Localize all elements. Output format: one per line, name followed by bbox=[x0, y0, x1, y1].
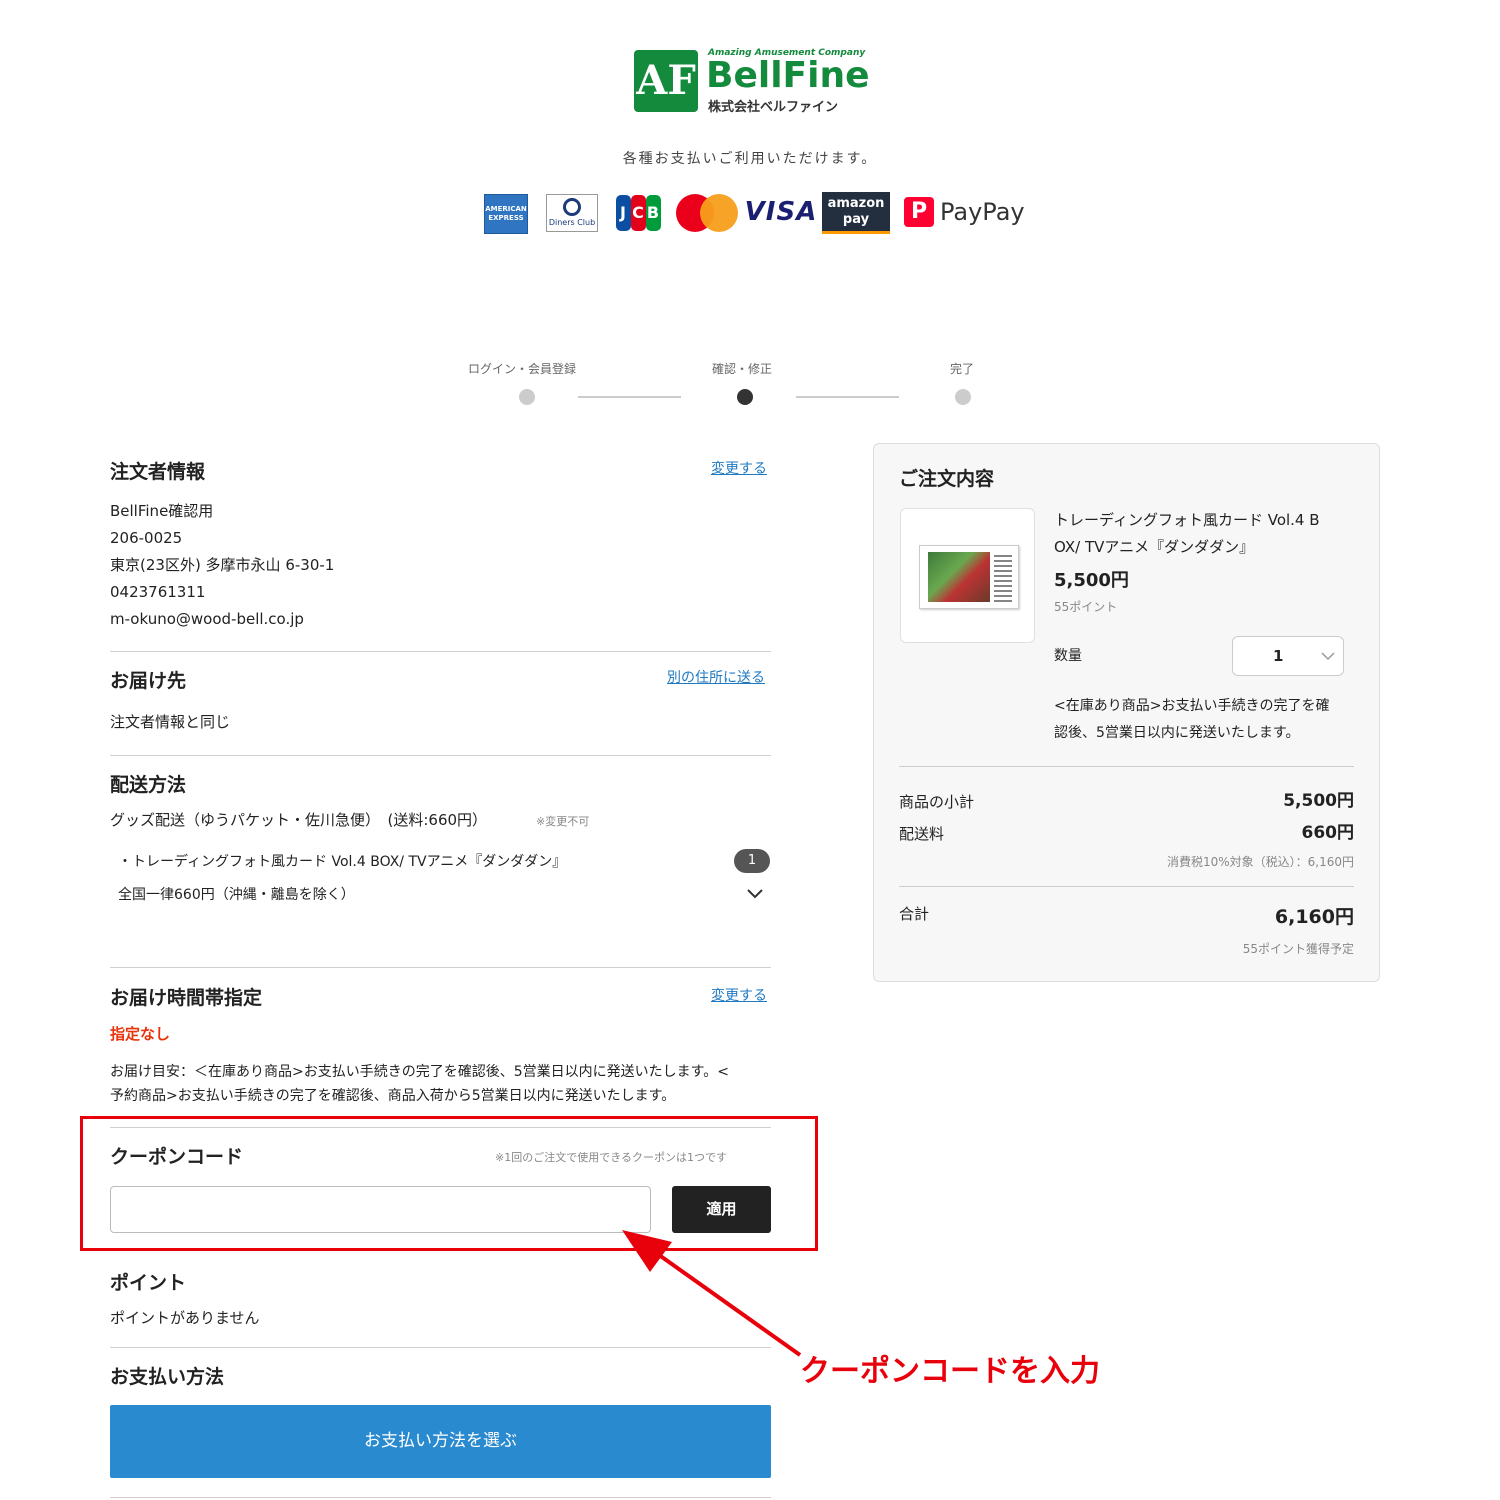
amazon-pay-icon: amazon pay bbox=[822, 192, 890, 234]
product-points: 55ポイント bbox=[1054, 600, 1118, 614]
stock-note-line2: 認後、5営業日以内に発送いたします。 bbox=[1054, 725, 1300, 741]
payment-note: 各種お支払いご利用いただけます。 bbox=[622, 151, 878, 167]
product-price: 5,500円 bbox=[1054, 570, 1129, 591]
orderer-postal: 206-0025 bbox=[110, 529, 183, 547]
product-image[interactable] bbox=[900, 508, 1035, 643]
mastercard-icon bbox=[676, 190, 740, 234]
divider bbox=[110, 1497, 771, 1498]
quantity-label: 数量 bbox=[1054, 648, 1082, 664]
bellfine-logo-mark-icon: AF bbox=[634, 50, 698, 112]
shipping-item-count-badge: 1 bbox=[734, 849, 770, 873]
total-label: 合計 bbox=[899, 905, 930, 923]
step-connector bbox=[578, 396, 681, 398]
visa-icon: VISA bbox=[744, 197, 818, 227]
paypay-icon: P PayPay bbox=[904, 190, 1044, 234]
delivery-value: 注文者情報と同じ bbox=[110, 713, 231, 731]
diners-club-icon: Diners Club bbox=[546, 194, 598, 232]
subtotal-value: 5,500円 bbox=[1283, 791, 1354, 811]
annotation-arrow-icon bbox=[622, 1230, 802, 1357]
delivery-other-address-link[interactable]: 別の住所に送る bbox=[667, 667, 765, 687]
quantity-select[interactable]: 1 bbox=[1232, 636, 1344, 676]
shipping-fee-label: 配送料 bbox=[899, 825, 945, 843]
time-slot-value: 指定なし bbox=[110, 1025, 171, 1043]
points-title: ポイント bbox=[110, 1272, 187, 1294]
amex-icon: AMERICAN EXPRESS bbox=[484, 194, 528, 234]
payment-title: お支払い方法 bbox=[110, 1366, 225, 1388]
stock-note-line1: <在庫あり商品>お支払い手続きの完了を確 bbox=[1054, 698, 1330, 714]
annotation-label: クーポンコードを入力 bbox=[800, 1354, 1100, 1389]
time-slot-change-link[interactable]: 変更する bbox=[711, 985, 767, 1005]
shipping-rate: 全国一律660円（沖縄・離島を除く） bbox=[118, 887, 355, 903]
shipping-method-note: ※変更不可 bbox=[536, 815, 590, 828]
shipping-title: 配送方法 bbox=[110, 774, 187, 796]
payment-logos: AMERICAN EXPRESS Diners Club JCB VISA ama… bbox=[484, 190, 1044, 236]
orderer-details: BellFine確認用 206-0025 東京(23区外) 多摩市永山 6-30… bbox=[110, 498, 334, 633]
delivery-title: お届け先 bbox=[110, 670, 187, 692]
jcb-icon: JCB bbox=[614, 194, 662, 232]
shipping-fee-value: 660円 bbox=[1301, 823, 1355, 843]
orderer-change-link[interactable]: 変更する bbox=[711, 458, 767, 478]
amazon-pay-label-bottom: pay bbox=[842, 211, 870, 227]
orderer-phone: 0423761311 bbox=[110, 583, 206, 601]
orderer-address: 東京(23区外) 多摩市永山 6-30-1 bbox=[110, 556, 335, 574]
paypay-label: PayPay bbox=[940, 198, 1025, 226]
step-confirm-dot bbox=[737, 389, 753, 405]
orderer-email: m-okuno@wood-bell.co.jp bbox=[110, 610, 304, 628]
divider bbox=[110, 967, 771, 968]
order-summary-title: ご注文内容 bbox=[899, 468, 995, 490]
step-connector bbox=[796, 396, 899, 398]
step-login-label: ログイン・会員登録 bbox=[468, 362, 577, 376]
divider bbox=[110, 651, 771, 652]
product-name-line1: トレーディングフォト風カード Vol.4 B bbox=[1054, 511, 1320, 529]
points-earned: 55ポイント獲得予定 bbox=[1242, 942, 1354, 956]
step-confirm-label: 確認・修正 bbox=[712, 362, 773, 376]
total-value: 6,160円 bbox=[1274, 906, 1354, 928]
step-complete-dot bbox=[955, 389, 971, 405]
tax-note: 消費税10%対象（税込）：6,160円 bbox=[1166, 855, 1354, 869]
logo-name: BellFine bbox=[706, 55, 870, 96]
divider bbox=[899, 766, 1354, 767]
select-payment-method-button[interactable]: お支払い方法を選ぶ bbox=[110, 1405, 771, 1478]
subtotal-label: 商品の小計 bbox=[899, 793, 975, 811]
delivery-estimate-line1: お届け目安：＜在庫あり商品>お支払い手続きの完了を確認後、5営業日以内に発送いた… bbox=[110, 1064, 729, 1080]
points-value: ポイントがありません bbox=[110, 1309, 260, 1327]
product-name-line2: OX/ TVアニメ『ダンダダン』 bbox=[1054, 538, 1255, 556]
logo-company: 株式会社ベルファイン bbox=[708, 100, 839, 115]
bellfine-logo[interactable]: AF Amazing Amusement Company BellFine 株式… bbox=[634, 48, 870, 115]
step-complete-label: 完了 bbox=[950, 362, 975, 376]
delivery-estimate-line2: 予約商品>お支払い手続きの完了を確認後、商品入荷から5営業日以内に発送いたします… bbox=[110, 1088, 676, 1104]
shipping-item: ・トレーディングフォト風カード Vol.4 BOX/ TVアニメ『ダンダダン』 bbox=[118, 854, 567, 870]
chevron-down-icon bbox=[1321, 652, 1335, 661]
quantity-value: 1 bbox=[1273, 647, 1284, 665]
time-slot-title: お届け時間帯指定 bbox=[110, 987, 263, 1009]
divider bbox=[899, 886, 1354, 887]
shipping-method: グッズ配送（ゆうパケット・佐川急便） (送料:660円） bbox=[110, 811, 488, 829]
divider bbox=[110, 755, 771, 756]
chevron-down-icon[interactable] bbox=[746, 884, 764, 902]
orderer-name: BellFine確認用 bbox=[110, 502, 214, 520]
orderer-title: 注文者情報 bbox=[110, 461, 206, 483]
step-login-dot bbox=[519, 389, 535, 405]
amazon-pay-label-top: amazon bbox=[827, 195, 885, 211]
